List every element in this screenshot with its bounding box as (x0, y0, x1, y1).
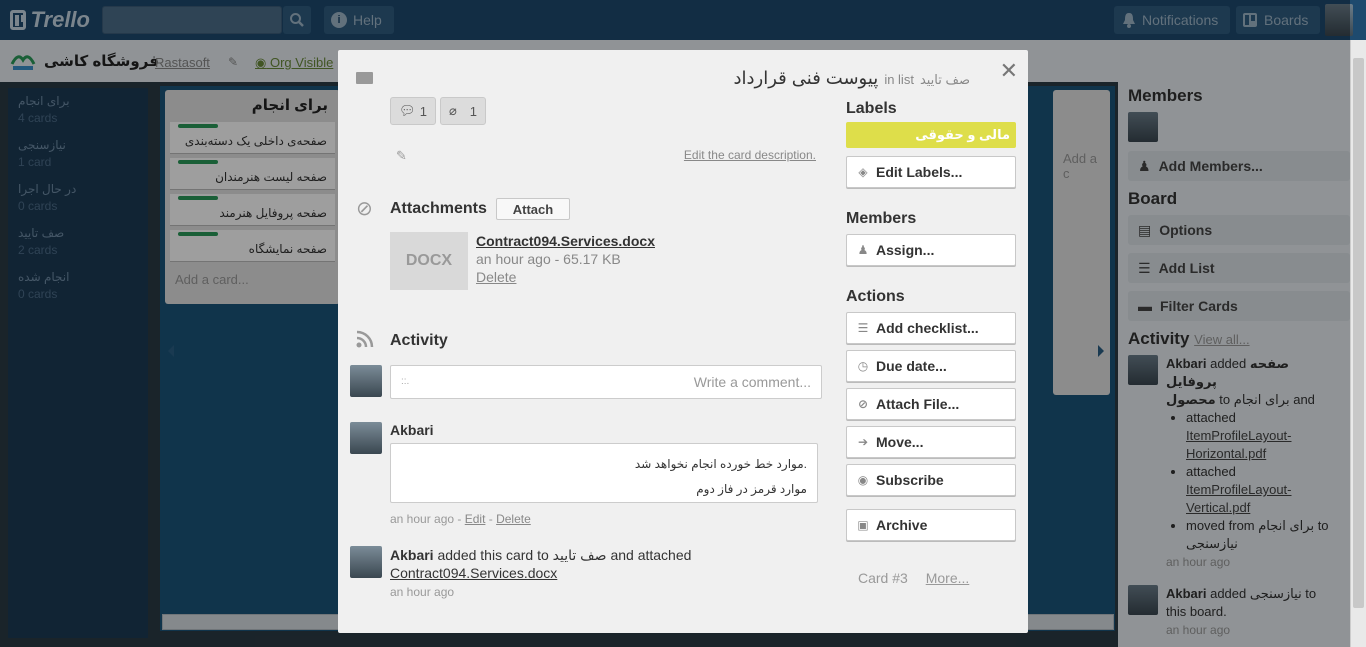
subscribe-button[interactable]: ◉ Subscribe (846, 464, 1016, 496)
card-title-row: پیوست فنی قرارداد in list صف تایید (734, 68, 971, 89)
scrollbar-thumb[interactable] (1353, 58, 1364, 608)
archive-button[interactable]: ▣ Archive (846, 509, 1016, 541)
due-date-label: Due date... (876, 358, 947, 374)
checklist-icon: ☰ (857, 321, 869, 335)
attachments-title: Attachments (390, 200, 487, 217)
attachment-link[interactable]: Contract094.Services.docx (390, 565, 557, 581)
paperclip-icon: ⊘ (857, 397, 869, 411)
add-checklist-button[interactable]: ☰ Add checklist... (846, 312, 1016, 344)
edit-labels-label: Edit Labels... (876, 164, 963, 180)
card-icon (356, 72, 373, 84)
comment-author[interactable]: Akbari (390, 422, 434, 438)
comment-body: موارد خط خورده انجام نخواهد شد. موارد قر… (390, 443, 818, 503)
paperclip-icon: ⌀ (449, 103, 457, 118)
due-date-button[interactable]: ◷ Due date... (846, 350, 1016, 382)
eye-icon: ◉ (857, 473, 869, 487)
comment-icon: 💬︎ (399, 103, 416, 118)
comment-line: موارد قرمز در فاز دوم (696, 482, 807, 496)
attachment-meta: an hour ago - 65.17 KB (476, 251, 621, 267)
vertical-scrollbar[interactable] (1350, 40, 1366, 647)
arrow-right-icon: ➔ (857, 435, 869, 449)
move-label: Move... (876, 434, 924, 450)
subscribe-label: Subscribe (876, 472, 944, 488)
close-icon[interactable]: ✕ (1000, 58, 1018, 84)
activity-text: added this card to (437, 547, 549, 563)
card-list-name[interactable]: صف تایید (920, 72, 970, 88)
card-number: Card #3 (858, 570, 908, 586)
in-list-label: in list (884, 72, 914, 87)
attach-file-label: Attach File... (876, 396, 960, 412)
resize-grip-icon: ::. (401, 376, 410, 387)
add-checklist-label: Add checklist... (876, 320, 979, 336)
activity-list-name: صف تایید (552, 547, 607, 563)
card-badges: 💬︎ 1 ⌀ 1 (390, 97, 486, 125)
assign-button[interactable]: ♟ Assign... (846, 234, 1016, 266)
current-user-avatar (350, 365, 382, 397)
attach-file-button[interactable]: ⊘ Attach File... (846, 388, 1016, 420)
actions-title: Actions (846, 288, 905, 305)
archive-label: Archive (876, 517, 928, 533)
activity-title: Activity (390, 332, 448, 349)
attachments-badge: ⌀ 1 (440, 97, 486, 125)
attach-button[interactable]: Attach (496, 198, 570, 220)
card-number-row: Card #3 More... (858, 570, 969, 586)
rss-icon (356, 330, 374, 348)
activity-time: an hour ago (390, 585, 455, 599)
tag-icon: ◈ (858, 165, 868, 179)
edit-labels-button[interactable]: ◈ Edit Labels... (846, 156, 1016, 188)
labels-title: Labels (846, 100, 897, 117)
attachment-delete-link[interactable]: Delete (476, 269, 516, 285)
activity-user[interactable]: Akbari (390, 547, 434, 563)
assign-label: Assign... (876, 242, 935, 258)
card-title[interactable]: پیوست فنی قرارداد (734, 68, 879, 89)
comment-delete-link[interactable]: Delete (496, 512, 531, 526)
edit-description-link[interactable]: Edit the card description. (684, 148, 816, 162)
person-icon: ♟ (857, 243, 869, 257)
comment-line: موارد خط خورده انجام نخواهد شد. (634, 457, 807, 471)
comments-count: 1 (419, 103, 427, 119)
more-link[interactable]: More... (926, 570, 970, 586)
comment-time: an hour ago (390, 512, 455, 526)
paperclip-icon: ⊘ (356, 198, 373, 220)
clock-icon: ◷ (857, 359, 869, 373)
archive-icon: ▣ (857, 518, 869, 532)
comment-author-avatar[interactable] (350, 422, 382, 454)
activity-text: and attached (610, 547, 692, 563)
activity-avatar[interactable] (350, 546, 382, 578)
edit-description-icon[interactable]: ✎ (396, 148, 407, 164)
card-detail-modal: ✕ پیوست فنی قرارداد in list صف تایید 💬︎ 1… (338, 50, 1028, 633)
comment-edit-link[interactable]: Edit (465, 512, 486, 526)
comment-meta: an hour ago - Edit - Delete (390, 512, 531, 526)
attachment-thumbnail[interactable]: DOCX (390, 232, 468, 290)
move-button[interactable]: ➔ Move... (846, 426, 1016, 458)
attachment-name[interactable]: Contract094.Services.docx (476, 233, 655, 249)
comment-input[interactable]: ::. Write a comment... (390, 365, 822, 399)
attachments-count: 1 (469, 103, 477, 119)
comment-placeholder: Write a comment... (693, 374, 811, 390)
members-title: Members (846, 210, 917, 227)
card-label[interactable]: مالی و حقوقی (846, 122, 1016, 148)
activity-entry: Akbari added this card to صف تایید and a… (390, 546, 691, 601)
comments-badge: 💬︎ 1 (390, 97, 436, 125)
